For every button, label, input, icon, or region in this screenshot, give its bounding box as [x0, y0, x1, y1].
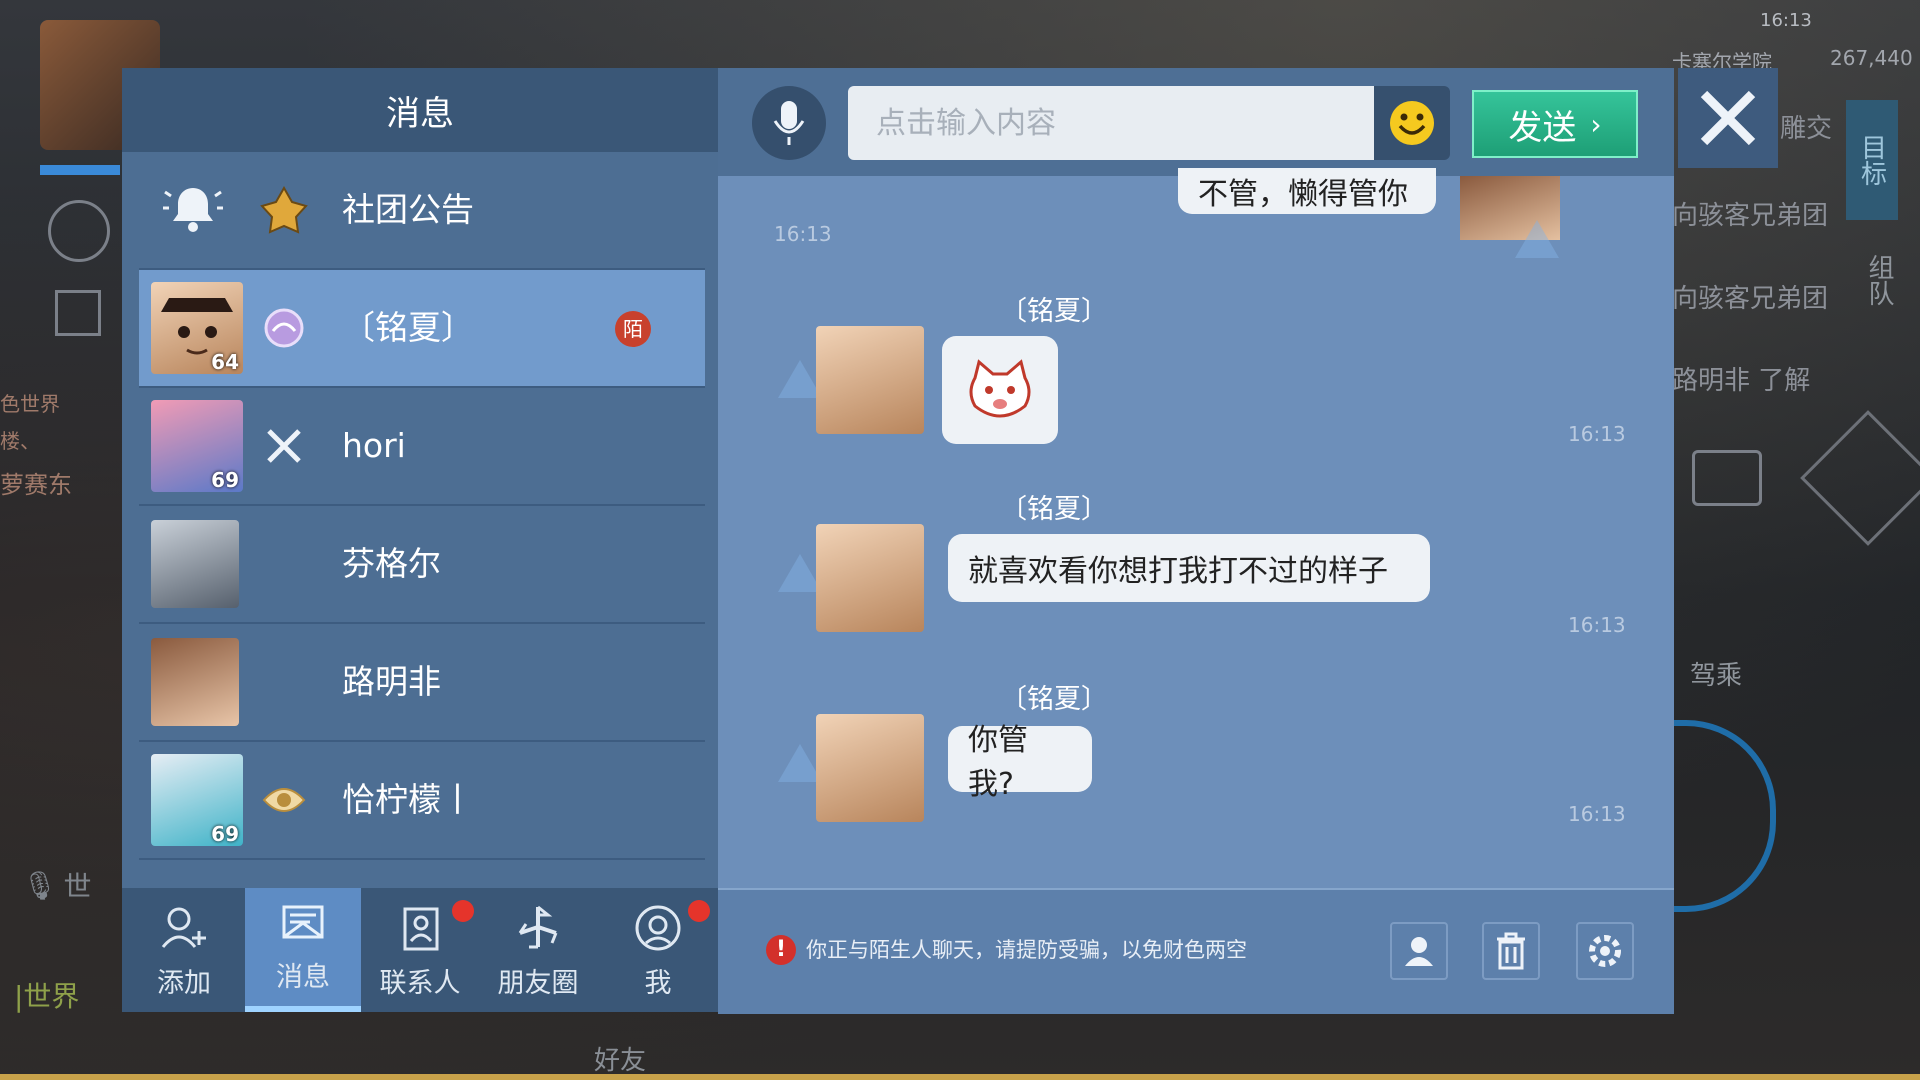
sticker-bubble [942, 336, 1058, 444]
conversation-mingxia[interactable]: 64 〔铭夏〕 陌 [139, 270, 705, 388]
sender-name: 〔铭夏〕 [1000, 494, 1108, 525]
conversation-name: hori [342, 426, 406, 465]
status-time: 16:13 [1760, 10, 1812, 31]
contacts-notification-dot [452, 900, 474, 922]
level-badge: 69 [211, 468, 239, 492]
briefcase-icon[interactable] [1692, 450, 1762, 506]
world-voice-button[interactable]: 🎙 世 [22, 865, 92, 905]
crossed-swords-icon [259, 421, 309, 471]
message-bubble: 你管我? [948, 723, 1092, 802]
rank-badge-icon [259, 303, 309, 353]
conversation-hori[interactable]: 69 hori [139, 388, 705, 506]
sender-avatar[interactable] [816, 326, 924, 434]
bottom-hud-bar [0, 1074, 1920, 1080]
close-icon [1700, 90, 1756, 146]
eye-icon[interactable] [48, 200, 110, 262]
sender-name: 〔铭夏〕 [1000, 296, 1108, 327]
bg-left-line-1: 色世界 [0, 392, 60, 416]
conversation-name: 〔铭夏〕 [342, 308, 474, 347]
bg-right-line-2: 向骇客兄弟团 [1672, 201, 1829, 231]
trash-icon [1497, 932, 1525, 970]
chevron-right-icon: › [1590, 107, 1602, 141]
message-time: 16:13 [1568, 613, 1626, 637]
moments-icon [518, 905, 558, 949]
message-time: 16:13 [774, 222, 832, 246]
stranger-warning: 你正与陌生人聊天，请提防受骗，以免财色两空 [806, 938, 1247, 962]
sender-avatar[interactable] [816, 524, 924, 632]
team-tab[interactable]: 组队 [1846, 240, 1898, 320]
view-profile-button[interactable] [1390, 922, 1448, 980]
bg-right-line-4: 路明非 了解 [1672, 366, 1811, 396]
sender-name: 〔铭夏〕 [1000, 684, 1108, 715]
stranger-badge: 陌 [615, 311, 651, 347]
conversation-name: 社团公告 [342, 190, 474, 229]
conversation-qianingmeng[interactable]: 69 恰柠檬丨 [139, 742, 705, 860]
contacts-icon [403, 907, 439, 951]
close-button[interactable] [1678, 68, 1778, 168]
profile-notification-dot [688, 900, 710, 922]
warning-icon: ! [766, 935, 796, 965]
gear-icon [1589, 935, 1621, 967]
mic-icon: 🎙 [22, 868, 58, 902]
nav-add[interactable]: 添加 [126, 888, 242, 1012]
bg-left-line-3: 萝赛东 [0, 471, 72, 499]
user-icon [1405, 937, 1433, 966]
smiley-icon [1390, 101, 1434, 145]
bg-right-line-3: 向骇客兄弟团 [1672, 284, 1829, 314]
bg-left-line-2: 楼、 [0, 429, 40, 453]
nav-moments[interactable]: 朋友圈 [480, 888, 596, 1012]
bg-right-line-1: 雕交 [1780, 114, 1833, 144]
emoji-button[interactable] [1374, 86, 1450, 160]
avatar: 64 [151, 282, 243, 374]
microphone-icon [773, 101, 805, 145]
conversation-lumingfei[interactable]: 路明非 [139, 624, 705, 742]
add-friend-icon [161, 907, 206, 948]
voice-input-button[interactable] [752, 86, 826, 160]
avatar [151, 520, 239, 608]
delete-button[interactable] [1482, 922, 1540, 980]
message-time: 16:13 [1568, 802, 1626, 826]
avatar: 69 [151, 754, 243, 846]
profile-icon [635, 905, 681, 951]
cat-sticker-icon [969, 359, 1031, 418]
coins-label: 267,440 [1830, 46, 1913, 70]
eye-emblem-icon [259, 775, 309, 825]
conversation-club-notice[interactable]: 社团公告 [139, 152, 705, 270]
send-button[interactable]: 发送 › [1472, 90, 1638, 158]
ride-label[interactable]: 驾乘 [1690, 655, 1742, 692]
sender-avatar[interactable] [816, 714, 924, 822]
nav-messages[interactable]: 消息 [245, 888, 361, 1012]
message-time: 16:13 [1568, 422, 1626, 446]
settings-button[interactable] [1576, 922, 1634, 980]
conversation-name: 路明非 [342, 662, 441, 701]
club-emblem-icon [259, 185, 309, 235]
goal-tab[interactable]: 目标 [1846, 100, 1898, 220]
bell-icon [163, 182, 223, 238]
message-bubble: 就喜欢看你想打我打不过的样子 [948, 534, 1430, 602]
conversation-fingel[interactable]: 芬格尔 [139, 506, 705, 624]
message-bubble-partial: 不管，懒得管你 [1178, 168, 1436, 214]
avatar [151, 638, 239, 726]
avatar: 69 [151, 400, 243, 492]
level-badge: 69 [211, 822, 239, 846]
friends-label[interactable]: 好友 [594, 1040, 646, 1077]
panel-title: 消息 [122, 68, 718, 152]
level-badge: 64 [211, 350, 239, 374]
conversation-name: 恰柠檬丨 [342, 780, 474, 819]
world-channel-label[interactable]: |世界 [14, 975, 79, 1015]
home-icon[interactable] [55, 290, 101, 336]
player-hp-bar [40, 165, 120, 175]
message-input[interactable] [848, 86, 1374, 160]
message-icon [282, 905, 324, 939]
conversation-name: 芬格尔 [342, 544, 441, 583]
decor-triangle [1515, 220, 1559, 258]
